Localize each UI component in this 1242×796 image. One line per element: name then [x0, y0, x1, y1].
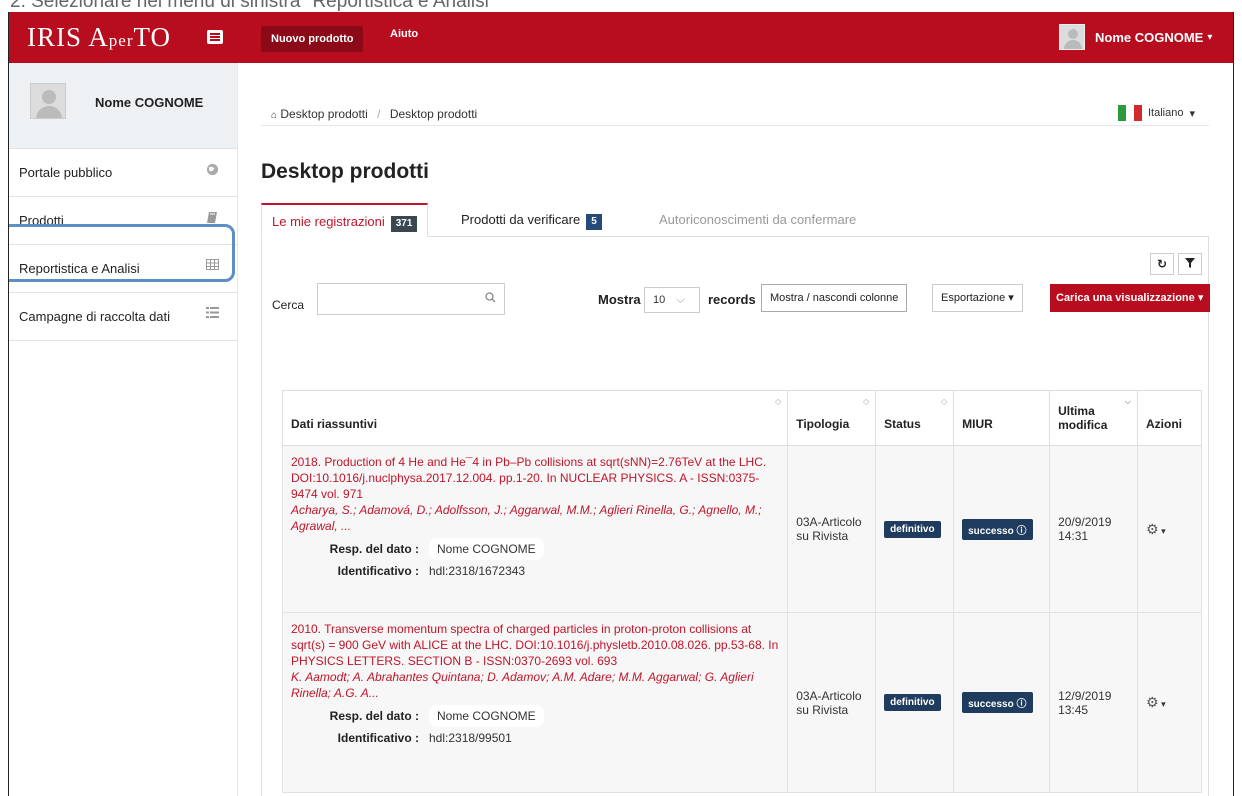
user-menu[interactable]: Nome COGNOME ▾ — [1059, 24, 1212, 50]
col-summary[interactable]: Dati riassuntivi ◇ — [281, 390, 789, 446]
export-button[interactable]: Esportazione ▾ — [932, 284, 1023, 312]
table-header-row: Dati riassuntivi ◇ Tipologia ◇ Status ◇ MIU… — [281, 390, 1202, 446]
chevron-down-icon: ⌵ — [676, 294, 685, 306]
count-badge: 5 — [586, 214, 602, 230]
sidebar-user: Nome COGNOME — [9, 63, 237, 149]
tab-products-to-verify[interactable]: Prodotti da verificare 5 — [451, 203, 612, 237]
col-last-modified[interactable]: Ultima modifica ⌵ — [1049, 390, 1138, 446]
filter-icon[interactable] — [1178, 253, 1202, 275]
new-product-button[interactable]: Nuovo prodotto — [261, 26, 364, 52]
table-row: 2010. Transverse momentum spectra of cha… — [281, 612, 1202, 793]
book-icon — [205, 211, 219, 225]
sidebar-item-campaigns[interactable]: Campagne di raccolta dati — [9, 293, 237, 341]
globe-icon — [205, 163, 219, 177]
sidebar-username: Nome COGNOME — [95, 95, 204, 110]
summary-cell: 2010. Transverse momentum spectra of cha… — [281, 612, 789, 793]
product-authors: Acharya, S.; Adamová, D.; Adolfsson, J.;… — [291, 503, 762, 533]
tab-self-recognitions[interactable]: Autoriconoscimenti da confermare — [649, 203, 866, 237]
search-icon — [485, 292, 496, 306]
sidebar-item-reports[interactable]: Reportistica e Analisi — [9, 245, 237, 293]
status-cell: definitivo — [875, 612, 955, 793]
list-icon — [205, 307, 219, 321]
type-cell: 03A-Articolo su Rivista — [787, 612, 877, 793]
load-view-button[interactable]: Carica una visualizzazione ▾ — [1050, 284, 1210, 312]
gear-icon[interactable]: ⚙ — [1146, 521, 1159, 537]
top-navbar: IRIS AperTO Nuovo prodotto Aiuto Nome CO… — [9, 12, 1233, 63]
info-icon: ⓘ — [1016, 525, 1027, 537]
search-input[interactable] — [317, 283, 505, 315]
caret-down-icon: ▾ — [1207, 31, 1213, 43]
handle-value: hdl:2318/99501 — [429, 731, 512, 745]
col-type[interactable]: Tipologia ◇ — [787, 390, 877, 446]
status-badge: definitivo — [884, 694, 941, 711]
search-label: Cerca — [272, 298, 305, 312]
sidebar-item-public-portal[interactable]: Portale pubblico — [9, 149, 237, 197]
type-cell: 03A-Articolo su Rivista — [787, 445, 877, 613]
handle-value: hdl:2318/1672343 — [429, 564, 526, 578]
refresh-icon[interactable]: ↻ — [1150, 253, 1174, 275]
owner-value: Nome COGNOME — [429, 538, 544, 560]
table-icon — [205, 259, 219, 273]
breadcrumb-home[interactable]: Desktop prodotti — [280, 107, 367, 121]
sidebar-item-products[interactable]: Prodotti — [9, 197, 237, 245]
page-title: Desktop prodotti — [261, 160, 429, 183]
sidebar: Nome COGNOME Portale pubblico Prodotti R… — [9, 63, 238, 796]
menu-toggle-icon[interactable] — [207, 30, 223, 44]
table-row: 2018. Production of 4 He and He¯4 in Pb–… — [281, 445, 1202, 613]
products-table: Dati riassuntivi ◇ Tipologia ◇ Status ◇ MIU… — [281, 390, 1202, 793]
main-content: ⌂ Desktop prodotti / Desktop prodotti It… — [261, 63, 1210, 796]
product-title-link[interactable]: 2018. Production of 4 He and He¯4 in Pb–… — [291, 454, 779, 502]
tab-my-registrations[interactable]: Le mie registrazioni 371 — [261, 203, 429, 237]
italy-flag-icon — [1117, 105, 1142, 121]
caret-down-icon: ▾ — [1158, 699, 1166, 709]
tabs: Le mie registrazioni 371 Prodotti da veri… — [261, 203, 1209, 237]
owner-value: Nome COGNOME — [429, 705, 544, 727]
status-cell: definitivo — [875, 445, 955, 613]
col-status[interactable]: Status ◇ — [875, 390, 955, 446]
info-icon: ⓘ — [1016, 699, 1027, 710]
app-window: IRIS AperTO Nuovo prodotto Aiuto Nome CO… — [8, 12, 1234, 796]
col-actions: Azioni — [1137, 390, 1202, 446]
logo[interactable]: IRIS AperTO — [27, 22, 171, 53]
caret-down-icon: ▾ — [1008, 292, 1014, 304]
miur-badge[interactable]: successo ⓘ — [962, 518, 1033, 540]
caret-down-icon: ▾ — [1197, 292, 1204, 304]
modified-cell: 12/9/2019 13:45 — [1049, 612, 1138, 793]
page-size-select[interactable]: 10 ⌵ — [644, 287, 700, 313]
actions-cell: ⚙ ▾ — [1137, 445, 1202, 613]
miur-badge[interactable]: successo ⓘ — [962, 692, 1033, 713]
help-link[interactable]: Aiuto — [390, 28, 418, 40]
user-name: Nome COGNOME — [1095, 29, 1204, 45]
actions-cell: ⚙ ▾ — [1137, 612, 1202, 793]
caret-down-icon: ▾ — [1158, 525, 1166, 536]
summary-cell: 2018. Production of 4 He and He¯4 in Pb–… — [281, 445, 789, 613]
breadcrumb: ⌂ Desktop prodotti / Desktop prodotti It… — [261, 63, 1209, 126]
col-miur[interactable]: MIUR — [953, 390, 1051, 446]
registrations-panel: ↻ Cerca Mostra 10 ⌵ records Mostra / nas… — [261, 237, 1210, 796]
miur-cell: successo ⓘ — [953, 612, 1051, 793]
product-title-link[interactable]: 2010. Transverse momentum spectra of cha… — [291, 621, 779, 669]
status-badge: definitivo — [884, 520, 941, 538]
caret-down-icon: ▾ — [1189, 107, 1195, 120]
gear-icon[interactable]: ⚙ — [1146, 694, 1159, 710]
avatar — [1059, 24, 1085, 50]
miur-cell: successo ⓘ — [953, 445, 1051, 613]
product-authors: K. Aamodt; A. Abrahantes Quintana; D. Ad… — [291, 670, 754, 700]
count-badge: 371 — [390, 216, 418, 232]
modified-cell: 20/9/2019 14:31 — [1049, 445, 1138, 613]
home-icon: ⌂ — [271, 110, 278, 121]
records-label: records — [708, 292, 756, 307]
breadcrumb-current: Desktop prodotti — [389, 107, 478, 121]
language-selector[interactable]: Italiano ▾ — [1117, 105, 1195, 121]
show-label: Mostra — [598, 292, 641, 307]
avatar — [30, 83, 66, 119]
toggle-columns-button[interactable]: Mostra / nascondi colonne — [761, 284, 908, 312]
